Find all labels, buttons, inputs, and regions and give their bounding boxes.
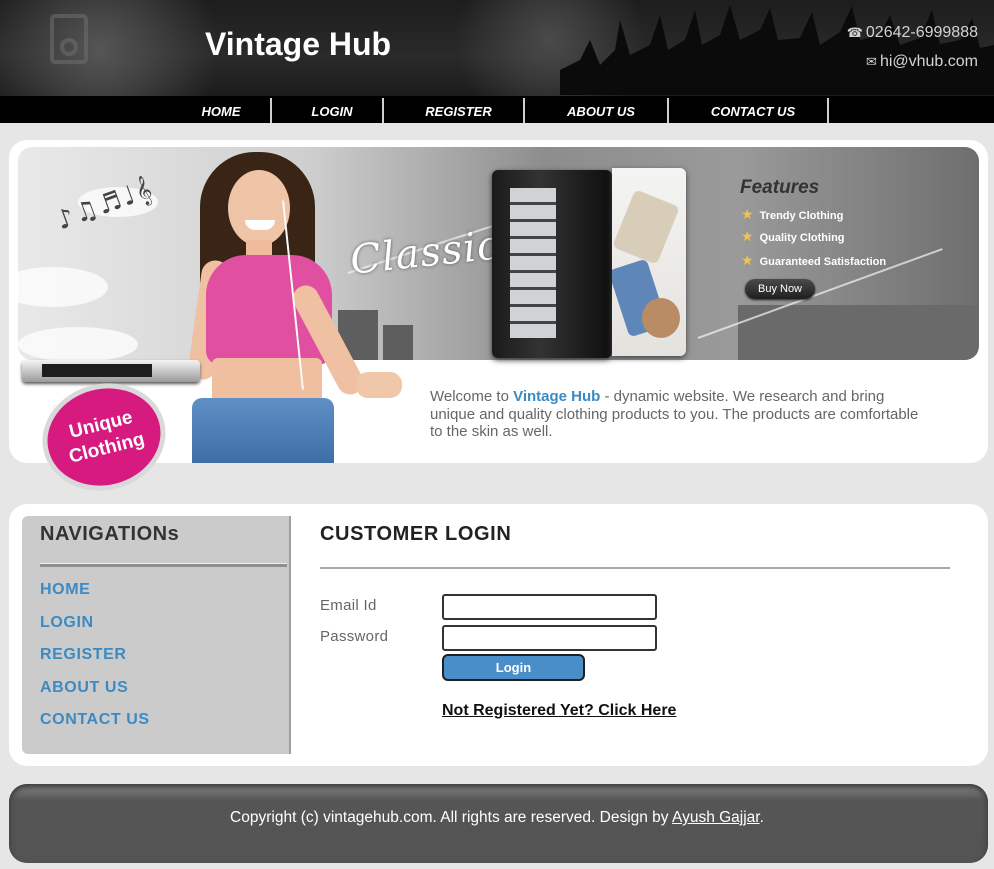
music-player-icon xyxy=(22,360,200,382)
login-title: CUSTOMER LOGIN xyxy=(320,523,512,545)
top-nav-contact-us[interactable]: CONTACT US xyxy=(681,96,825,123)
crowd-silhouette xyxy=(560,5,994,95)
phone-icon: ☎ xyxy=(846,25,863,40)
cloud xyxy=(18,327,138,360)
author-link[interactable]: Ayush Gajjar xyxy=(672,809,760,826)
nav-separator xyxy=(667,98,669,123)
cloth-shape xyxy=(612,189,680,265)
nav-separator xyxy=(523,98,525,123)
sidebar-divider xyxy=(40,563,287,567)
model-hand xyxy=(356,372,402,398)
feature-label: Trendy Clothing xyxy=(759,210,844,222)
feature-label: Guaranteed Satisfaction xyxy=(759,256,887,268)
top-nav-about-us[interactable]: ABOUT US xyxy=(537,96,665,123)
welcome-prefix: Welcome to xyxy=(430,388,514,405)
star-icon: ★ xyxy=(741,206,754,222)
contact-email: ✉ hi@vhub.com xyxy=(866,53,978,71)
model-waist xyxy=(212,358,322,403)
sidebar-item-contact-us[interactable]: CONTACT US xyxy=(40,711,150,729)
buy-now-button[interactable]: Buy Now xyxy=(745,279,815,299)
nav-separator xyxy=(827,98,829,123)
model-jeans xyxy=(192,398,334,463)
footer-text: Copyright (c) vintagehub.com. All rights… xyxy=(0,809,994,827)
star-icon: ★ xyxy=(741,228,754,244)
clothes-photo xyxy=(612,168,686,356)
player-screen xyxy=(42,364,152,377)
feature-label: Quality Clothing xyxy=(759,232,845,244)
password-label: Password xyxy=(320,628,389,645)
top-navigation: HOME LOGIN REGISTER ABOUT US CONTACT US xyxy=(0,96,994,123)
sidebar-title: NAVIGATIONs xyxy=(40,523,180,545)
email-field[interactable] xyxy=(442,594,657,620)
login-divider xyxy=(320,567,950,569)
star-icon: ★ xyxy=(741,252,754,268)
cloth-shape xyxy=(642,298,680,338)
site-title: Vintage Hub xyxy=(205,26,392,62)
feature-item: ★ Trendy Clothing xyxy=(741,206,843,223)
sidebar-item-register[interactable]: REGISTER xyxy=(40,646,127,664)
building xyxy=(383,325,413,360)
login-button[interactable]: Login xyxy=(442,654,585,681)
site-header: Vintage Hub ☎ 02642-6999888 ✉ hi@vhub.com … xyxy=(0,0,994,123)
feature-item: ★ Guaranteed Satisfaction xyxy=(741,252,886,269)
email-label: Email Id xyxy=(320,597,377,614)
nav-separator xyxy=(382,98,384,123)
ipod-icon xyxy=(50,14,88,64)
welcome-brand: Vintage Hub xyxy=(513,388,601,405)
top-nav-home[interactable]: HOME xyxy=(176,96,266,123)
mail-icon: ✉ xyxy=(866,54,877,69)
cloud xyxy=(18,267,108,307)
features-title: Features xyxy=(740,177,820,198)
footer-period: . xyxy=(759,809,764,826)
top-nav-register[interactable]: REGISTER xyxy=(396,96,521,123)
top-nav-login[interactable]: LOGIN xyxy=(284,96,380,123)
door-glass xyxy=(510,188,556,338)
door-photo xyxy=(492,170,612,358)
contact-phone: ☎ 02642-6999888 xyxy=(847,24,978,42)
email-address[interactable]: hi@vhub.com xyxy=(880,53,978,70)
welcome-text: Welcome to Vintage Hub - dynamic website… xyxy=(430,388,930,441)
sidebar-item-login[interactable]: LOGIN xyxy=(40,614,94,632)
phone-number: 02642-6999888 xyxy=(865,24,978,41)
password-field[interactable] xyxy=(442,625,657,651)
feature-item: ★ Quality Clothing xyxy=(741,228,845,245)
building xyxy=(738,305,978,360)
model-face xyxy=(228,170,290,246)
register-link[interactable]: Not Registered Yet? Click Here xyxy=(442,702,676,720)
sidebar-item-home[interactable]: HOME xyxy=(40,581,90,599)
nav-separator xyxy=(270,98,272,123)
copyright-text: Copyright (c) vintagehub.com. All rights… xyxy=(230,809,673,826)
sidebar-item-about-us[interactable]: ABOUT US xyxy=(40,679,128,697)
